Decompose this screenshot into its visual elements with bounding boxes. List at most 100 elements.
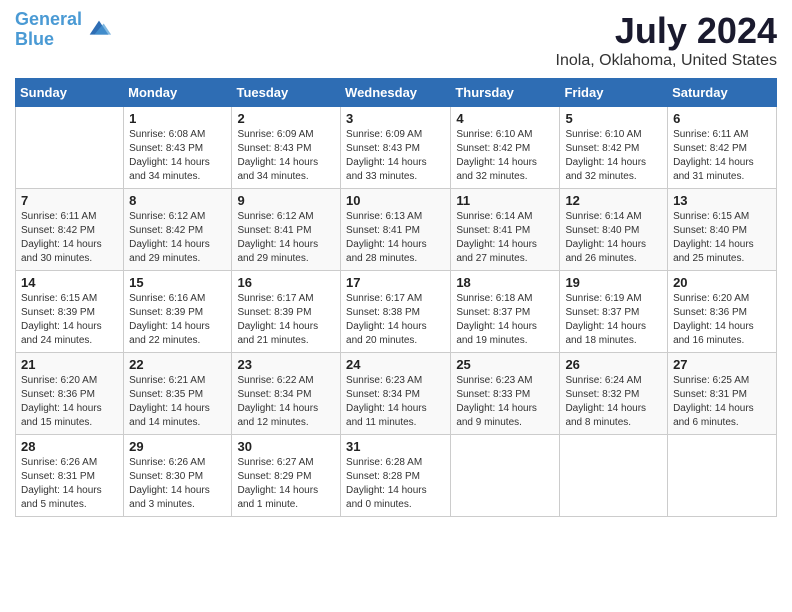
day-number: 22 [129,357,226,372]
logo-line1: General [15,9,82,29]
day-number: 12 [565,193,662,208]
calendar-cell: 29 Sunrise: 6:26 AMSunset: 8:30 PMDayligh… [124,435,232,517]
main-title: July 2024 [556,10,777,52]
calendar-cell: 1 Sunrise: 6:08 AMSunset: 8:43 PMDaylight… [124,107,232,189]
day-number: 21 [21,357,118,372]
cell-info: Sunrise: 6:26 AMSunset: 8:30 PMDaylight:… [129,456,226,512]
cell-info: Sunrise: 6:27 AMSunset: 8:29 PMDaylight:… [237,456,335,512]
day-number: 17 [346,275,445,290]
cell-info: Sunrise: 6:20 AMSunset: 8:36 PMDaylight:… [673,292,771,348]
day-number: 9 [237,193,335,208]
cell-info: Sunrise: 6:17 AMSunset: 8:39 PMDaylight:… [237,292,335,348]
calendar-cell: 31Sunrise: 6:28 AMSunset: 8:28 PMDayligh… [341,435,451,517]
calendar-cell: 11Sunrise: 6:14 AMSunset: 8:41 PMDayligh… [451,189,560,271]
col-thursday: Thursday [451,79,560,107]
col-saturday: Saturday [668,79,777,107]
col-wednesday: Wednesday [341,79,451,107]
calendar-cell [451,435,560,517]
calendar-cell: 9 Sunrise: 6:12 AMSunset: 8:41 PMDaylight… [232,189,341,271]
day-number: 8 [129,193,226,208]
calendar-cell: 30 Sunrise: 6:27 AMSunset: 8:29 PMDayligh… [232,435,341,517]
calendar-cell: 23Sunrise: 6:22 AMSunset: 8:34 PMDayligh… [232,353,341,435]
day-number: 3 [346,111,445,126]
cell-info: Sunrise: 6:22 AMSunset: 8:34 PMDaylight:… [237,374,335,430]
calendar-cell [16,107,124,189]
calendar-cell: 7 Sunrise: 6:11 AMSunset: 8:42 PMDaylight… [16,189,124,271]
cell-info: Sunrise: 6:15 AMSunset: 8:40 PMDaylight:… [673,210,771,266]
cell-info: Sunrise: 6:21 AMSunset: 8:35 PMDaylight:… [129,374,226,430]
calendar-cell: 10 Sunrise: 6:13 AMSunset: 8:41 PMDayligh… [341,189,451,271]
calendar-cell: 15 Sunrise: 6:16 AMSunset: 8:39 PMDayligh… [124,271,232,353]
cell-info: Sunrise: 6:20 AMSunset: 8:36 PMDaylight:… [21,374,118,430]
day-number: 16 [237,275,335,290]
day-number: 5 [565,111,662,126]
logo: General Blue [15,10,113,50]
day-number: 13 [673,193,771,208]
cell-info: Sunrise: 6:26 AMSunset: 8:31 PMDaylight:… [21,456,118,512]
cell-info: Sunrise: 6:09 AMSunset: 8:43 PMDaylight:… [237,128,335,184]
calendar-cell: 27 Sunrise: 6:25 AMSunset: 8:31 PMDayligh… [668,353,777,435]
col-tuesday: Tuesday [232,79,341,107]
day-number: 20 [673,275,771,290]
cell-info: Sunrise: 6:12 AMSunset: 8:41 PMDaylight:… [237,210,335,266]
cell-info: Sunrise: 6:12 AMSunset: 8:42 PMDaylight:… [129,210,226,266]
day-number: 29 [129,439,226,454]
cell-info: Sunrise: 6:25 AMSunset: 8:31 PMDaylight:… [673,374,771,430]
logo-text: General Blue [15,10,82,50]
week-row-2: 14 Sunrise: 6:15 AMSunset: 8:39 PMDayligh… [16,271,777,353]
cell-info: Sunrise: 6:09 AMSunset: 8:43 PMDaylight:… [346,128,445,184]
week-row-1: 7 Sunrise: 6:11 AMSunset: 8:42 PMDaylight… [16,189,777,271]
calendar-cell: 17 Sunrise: 6:17 AMSunset: 8:38 PMDayligh… [341,271,451,353]
col-sunday: Sunday [16,79,124,107]
day-number: 7 [21,193,118,208]
calendar-cell: 13 Sunrise: 6:15 AMSunset: 8:40 PMDayligh… [668,189,777,271]
cell-info: Sunrise: 6:17 AMSunset: 8:38 PMDaylight:… [346,292,445,348]
day-number: 6 [673,111,771,126]
header: General Blue July 2024 Inola, Oklahoma, … [15,10,777,70]
calendar-cell: 21 Sunrise: 6:20 AMSunset: 8:36 PMDayligh… [16,353,124,435]
calendar-cell: 25 Sunrise: 6:23 AMSunset: 8:33 PMDayligh… [451,353,560,435]
cell-info: Sunrise: 6:15 AMSunset: 8:39 PMDaylight:… [21,292,118,348]
week-row-3: 21 Sunrise: 6:20 AMSunset: 8:36 PMDayligh… [16,353,777,435]
calendar-cell: 5 Sunrise: 6:10 AMSunset: 8:42 PMDaylight… [560,107,668,189]
calendar-cell: 2 Sunrise: 6:09 AMSunset: 8:43 PMDaylight… [232,107,341,189]
cell-info: Sunrise: 6:11 AMSunset: 8:42 PMDaylight:… [21,210,118,266]
week-row-0: 1 Sunrise: 6:08 AMSunset: 8:43 PMDaylight… [16,107,777,189]
calendar-cell: 20 Sunrise: 6:20 AMSunset: 8:36 PMDayligh… [668,271,777,353]
header-row: Sunday Monday Tuesday Wednesday Thursday… [16,79,777,107]
cell-info: Sunrise: 6:10 AMSunset: 8:42 PMDaylight:… [565,128,662,184]
calendar-cell [560,435,668,517]
day-number: 25 [456,357,554,372]
day-number: 27 [673,357,771,372]
calendar-cell: 19Sunrise: 6:19 AMSunset: 8:37 PMDayligh… [560,271,668,353]
cell-info: Sunrise: 6:18 AMSunset: 8:37 PMDaylight:… [456,292,554,348]
calendar-cell: 14 Sunrise: 6:15 AMSunset: 8:39 PMDayligh… [16,271,124,353]
cell-info: Sunrise: 6:24 AMSunset: 8:32 PMDaylight:… [565,374,662,430]
day-number: 10 [346,193,445,208]
week-row-4: 28Sunrise: 6:26 AMSunset: 8:31 PMDayligh… [16,435,777,517]
calendar-cell: 3 Sunrise: 6:09 AMSunset: 8:43 PMDaylight… [341,107,451,189]
calendar-cell: 26 Sunrise: 6:24 AMSunset: 8:32 PMDayligh… [560,353,668,435]
cell-info: Sunrise: 6:10 AMSunset: 8:42 PMDaylight:… [456,128,554,184]
calendar-cell: 6 Sunrise: 6:11 AMSunset: 8:42 PMDaylight… [668,107,777,189]
subtitle: Inola, Oklahoma, United States [556,52,777,70]
calendar-table: Sunday Monday Tuesday Wednesday Thursday… [15,78,777,517]
day-number: 14 [21,275,118,290]
day-number: 2 [237,111,335,126]
page: General Blue July 2024 Inola, Oklahoma, … [0,0,792,612]
cell-info: Sunrise: 6:23 AMSunset: 8:33 PMDaylight:… [456,374,554,430]
day-number: 15 [129,275,226,290]
day-number: 30 [237,439,335,454]
calendar-cell: 8 Sunrise: 6:12 AMSunset: 8:42 PMDaylight… [124,189,232,271]
cell-info: Sunrise: 6:23 AMSunset: 8:34 PMDaylight:… [346,374,445,430]
cell-info: Sunrise: 6:11 AMSunset: 8:42 PMDaylight:… [673,128,771,184]
cell-info: Sunrise: 6:16 AMSunset: 8:39 PMDaylight:… [129,292,226,348]
cell-info: Sunrise: 6:08 AMSunset: 8:43 PMDaylight:… [129,128,226,184]
day-number: 1 [129,111,226,126]
calendar-cell: 16 Sunrise: 6:17 AMSunset: 8:39 PMDayligh… [232,271,341,353]
day-number: 19 [565,275,662,290]
day-number: 26 [565,357,662,372]
cell-info: Sunrise: 6:28 AMSunset: 8:28 PMDaylight:… [346,456,445,512]
col-friday: Friday [560,79,668,107]
cell-info: Sunrise: 6:13 AMSunset: 8:41 PMDaylight:… [346,210,445,266]
